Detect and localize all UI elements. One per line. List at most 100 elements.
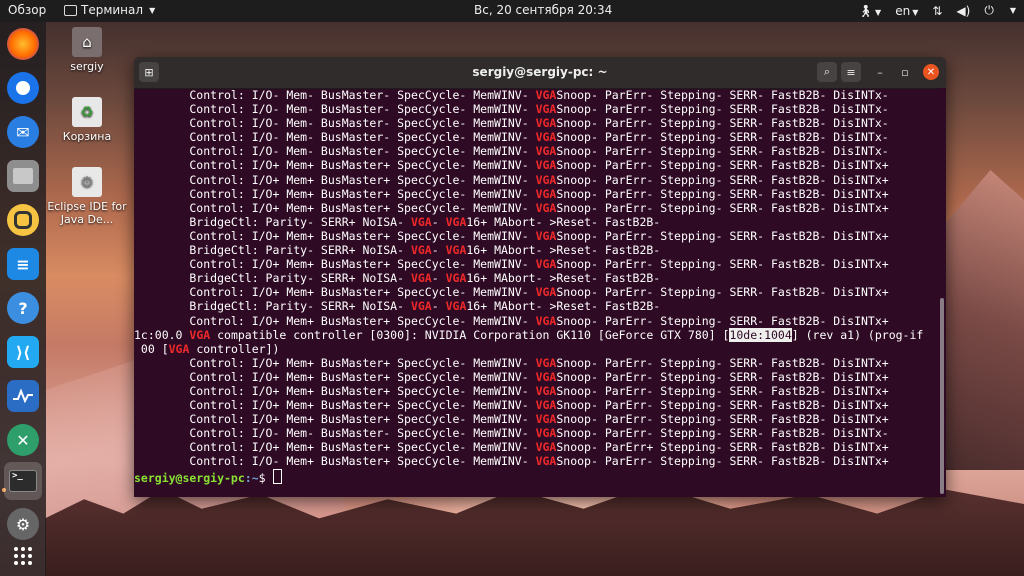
terminal-line: Control: I/O+ Mem+ BusMaster+ SpecCycle-… — [134, 228, 889, 243]
accessibility-menu[interactable]: 🚶︎ ▼ — [858, 4, 881, 18]
terminal-line: Control: I/O+ Mem+ BusMaster+ SpecCycle-… — [134, 355, 889, 370]
terminal-line: Control: I/O+ Mem+ BusMaster+ SpecCycle-… — [134, 398, 889, 413]
terminal-line: BridgeCtl: Parity- SERR+ NoISA- VGA- VGA… — [134, 299, 661, 314]
vga-highlight: VGA — [535, 355, 557, 370]
desktop-icon-label: Корзина — [62, 130, 112, 143]
gear-icon: ⚙ — [72, 167, 102, 197]
chevron-down-icon: ▼ — [875, 7, 882, 17]
clock[interactable]: Вс, 20 сентября 20:34 — [474, 3, 612, 17]
search-button[interactable]: ⌕ — [817, 62, 837, 82]
terminal-line: Control: I/O+ Mem+ BusMaster+ SpecCycle-… — [134, 369, 889, 384]
terminal-line: Control: I/O+ Mem+ BusMaster+ SpecCycle-… — [134, 412, 889, 427]
vga-highlight: VGA — [535, 200, 557, 215]
vscode-icon[interactable]: ⟩⟨ — [7, 336, 39, 368]
prompt-line[interactable]: sergiy@sergiy-pc:~$ — [134, 468, 938, 485]
scrollbar[interactable] — [938, 88, 946, 497]
power-icon[interactable]: ⏻ — [984, 3, 994, 18]
dock: ✉ ≡ ? ⟩⟨ ✕ >_ ⚙ — [0, 22, 46, 576]
desktop-icon-trash[interactable]: ♻ Корзина — [45, 97, 129, 143]
terminal-line: Control: I/O- Mem+ BusMaster+ SpecCycle-… — [134, 454, 889, 469]
show-applications-icon[interactable] — [7, 540, 39, 572]
terminal-line: Control: I/O- Mem- BusMaster- SpecCycle-… — [134, 88, 889, 102]
vga-highlight: VGA — [535, 130, 557, 145]
selected-text[interactable]: 10de:1004 — [729, 327, 792, 342]
terminal-app-icon — [64, 4, 77, 16]
terminal-line: Control: I/O+ Mem+ BusMaster+ SpecCycle-… — [134, 440, 889, 455]
text-cursor — [272, 468, 282, 484]
vga-highlight: VGA — [535, 313, 557, 328]
vga-highlight: VGA — [445, 214, 467, 229]
volume-icon[interactable]: ◀) — [956, 4, 970, 18]
search-icon: ⌕ — [823, 65, 831, 78]
hamburger-menu-icon: ≡ — [846, 65, 856, 79]
terminal-line: Control: I/O- Mem- BusMaster- SpecCycle-… — [134, 144, 889, 159]
prompt-path: :~ — [244, 470, 259, 485]
desktop-icon-home[interactable]: ⌂ sergiy — [45, 27, 129, 73]
writer-icon[interactable]: ≡ — [7, 248, 39, 280]
system-menu-chevron-icon[interactable]: ▼ — [1010, 6, 1016, 15]
terminal-line: BridgeCtl: Parity- SERR+ NoISA- VGA- VGA… — [134, 271, 661, 286]
terminal-line: Control: I/O- Mem- BusMaster- SpecCycle-… — [134, 102, 889, 117]
chromium-icon[interactable] — [7, 72, 39, 104]
vga-highlight: VGA — [535, 398, 557, 413]
vga-highlight: VGA — [535, 158, 557, 173]
activities-button[interactable]: Обзор — [8, 3, 46, 17]
vga-highlight: VGA — [410, 299, 432, 314]
scrollbar-thumb[interactable] — [940, 298, 944, 494]
terminal-line: Control: I/O+ Mem+ BusMaster+ SpecCycle-… — [134, 200, 889, 215]
terminal-line: Control: I/O+ Mem+ BusMaster+ SpecCycle-… — [134, 172, 889, 187]
prompt-symbol: $ — [258, 470, 273, 485]
vga-highlight: VGA — [445, 271, 467, 286]
remote-desktop-icon[interactable]: ✕ — [7, 424, 39, 456]
terminal-line: Control: I/O+ Mem+ BusMaster+ SpecCycle-… — [134, 285, 889, 300]
trash-icon: ♻ — [72, 97, 102, 127]
vga-highlight: VGA — [535, 285, 557, 300]
chevron-down-icon: ▼ — [149, 5, 156, 15]
terminal-line: Control: I/O- Mem- BusMaster- SpecCycle-… — [134, 116, 889, 131]
system-monitor-icon[interactable] — [7, 380, 39, 412]
vga-highlight: VGA — [535, 369, 557, 384]
network-icon[interactable]: ⇅ — [932, 4, 942, 18]
vga-highlight: VGA — [535, 426, 557, 441]
app-menu[interactable]: Терминал ▼ — [64, 3, 155, 17]
terminal-headerbar[interactable]: ⊞ sergiy@sergiy-pc: ~ ⌕ ≡ – ▫ ✕ — [134, 57, 946, 89]
vga-highlight: VGA — [535, 172, 557, 187]
firefox-icon[interactable] — [7, 28, 39, 60]
vga-highlight: VGA — [535, 144, 557, 159]
vga-highlight: VGA — [535, 412, 557, 427]
home-folder-icon: ⌂ — [72, 27, 102, 57]
vga-highlight: VGA — [535, 440, 557, 455]
terminal-line: Control: I/O+ Mem+ BusMaster+ SpecCycle-… — [134, 158, 889, 173]
terminal-line: BridgeCtl: Parity- SERR+ NoISA- VGA- VGA… — [134, 243, 661, 258]
rhythmbox-icon[interactable] — [7, 204, 39, 236]
vga-highlight: VGA — [535, 102, 557, 117]
terminal-output[interactable]: Control: I/O- Mem- BusMaster- SpecCycle-… — [134, 88, 938, 497]
help-icon[interactable]: ? — [7, 292, 39, 324]
vga-highlight: VGA — [410, 271, 432, 286]
terminal-icon[interactable]: >_ — [4, 462, 42, 500]
close-button[interactable]: ✕ — [923, 64, 939, 80]
top-bar: Обзор Терминал ▼ Вс, 20 сентября 20:34 🚶… — [0, 0, 1024, 22]
desktop-icon-label: sergiy — [70, 60, 104, 73]
desktop-icon-eclipse[interactable]: ⚙ Eclipse IDE for Java De... — [45, 167, 129, 226]
terminal-line: Control: I/O+ Mem+ BusMaster+ SpecCycle-… — [134, 257, 889, 272]
minimize-button[interactable]: – — [872, 64, 888, 80]
settings-icon[interactable]: ⚙ — [7, 508, 39, 540]
vga-highlight: VGA — [535, 88, 557, 102]
chevron-down-icon: ▼ — [912, 7, 919, 17]
language-menu[interactable]: en ▼ — [895, 4, 918, 18]
terminal-line: Control: I/O+ Mem+ BusMaster+ SpecCycle-… — [134, 313, 889, 328]
terminal-line: Control: I/O+ Mem+ BusMaster+ SpecCycle-… — [134, 186, 889, 201]
maximize-icon: ▫ — [901, 65, 909, 79]
vga-highlight: VGA — [535, 116, 557, 131]
wallpaper-mountain — [940, 170, 1024, 470]
thunderbird-icon[interactable]: ✉ — [7, 116, 39, 148]
files-icon[interactable] — [7, 160, 39, 192]
vga-highlight: VGA — [445, 299, 467, 314]
menu-button[interactable]: ≡ — [841, 62, 861, 82]
terminal-window: ⊞ sergiy@sergiy-pc: ~ ⌕ ≡ – ▫ ✕ Control:… — [134, 57, 946, 497]
language-label: en — [895, 3, 911, 18]
maximize-button[interactable]: ▫ — [897, 64, 913, 80]
minimize-icon: – — [877, 65, 883, 79]
close-icon: ✕ — [926, 66, 936, 78]
